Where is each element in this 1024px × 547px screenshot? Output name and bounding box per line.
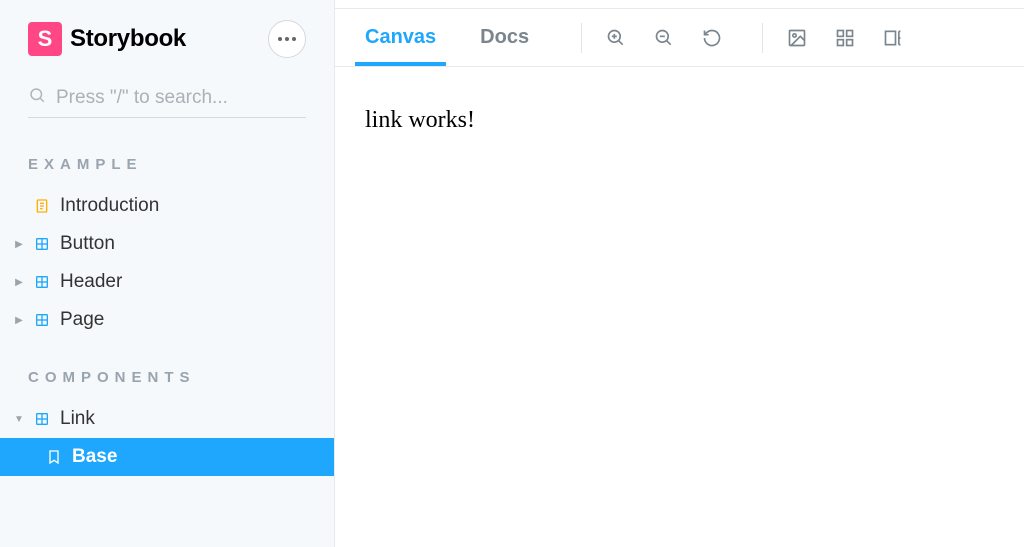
tab-label: Canvas	[365, 26, 436, 49]
nav-label: Button	[60, 233, 115, 255]
toolbar-divider	[762, 23, 763, 53]
component-icon	[34, 236, 50, 252]
search-input[interactable]	[56, 87, 306, 109]
sidebar: S Storybook EXAMPLE Introduction ▶ Butto…	[0, 0, 335, 547]
zoom-in-button[interactable]	[600, 22, 632, 54]
tab-label: Docs	[480, 26, 529, 49]
tabs: Canvas Docs	[355, 9, 563, 66]
document-icon	[34, 198, 50, 214]
sidebar-item-button[interactable]: ▶ Button	[0, 225, 334, 263]
tab-docs[interactable]: Docs	[470, 9, 539, 66]
component-icon	[34, 274, 50, 290]
nav-label: Base	[72, 446, 117, 468]
toolbar-divider	[581, 23, 582, 53]
nav-label: Link	[60, 408, 95, 430]
reset-zoom-button[interactable]	[696, 22, 728, 54]
canvas-content: link works!	[365, 107, 994, 134]
bookmark-icon	[46, 449, 62, 465]
outline-button[interactable]	[877, 22, 909, 54]
caret-right-icon: ▶	[14, 277, 24, 288]
nav-label: Page	[60, 309, 104, 331]
toolbar: Canvas Docs	[335, 9, 1024, 67]
caret-right-icon: ▶	[14, 315, 24, 326]
search-container	[0, 86, 334, 118]
search-icon	[28, 86, 46, 109]
sidebar-header: S Storybook	[0, 20, 334, 58]
brand-title: Storybook	[70, 25, 186, 53]
storybook-logo-icon: S	[28, 22, 62, 56]
section-label-components: COMPONENTS	[0, 369, 334, 386]
ellipsis-icon	[278, 37, 296, 41]
menu-button[interactable]	[268, 20, 306, 58]
background-button[interactable]	[781, 22, 813, 54]
component-icon	[34, 312, 50, 328]
main-panel: Canvas Docs link works!	[335, 8, 1024, 547]
zoom-out-button[interactable]	[648, 22, 680, 54]
grid-button[interactable]	[829, 22, 861, 54]
sidebar-item-page[interactable]: ▶ Page	[0, 301, 334, 339]
sidebar-item-link[interactable]: ▼ Link	[0, 400, 334, 438]
caret-down-icon: ▼	[14, 414, 24, 425]
component-icon	[34, 411, 50, 427]
sidebar-item-introduction[interactable]: Introduction	[0, 187, 334, 225]
canvas-area: link works!	[335, 67, 1024, 547]
nav-label: Introduction	[60, 195, 159, 217]
tab-canvas[interactable]: Canvas	[355, 9, 446, 66]
brand[interactable]: S Storybook	[28, 22, 186, 56]
sidebar-item-header[interactable]: ▶ Header	[0, 263, 334, 301]
section-label-example: EXAMPLE	[0, 156, 334, 173]
caret-right-icon: ▶	[14, 239, 24, 250]
sidebar-item-link-base[interactable]: Base	[0, 438, 334, 476]
search[interactable]	[28, 86, 306, 118]
nav-label: Header	[60, 271, 122, 293]
